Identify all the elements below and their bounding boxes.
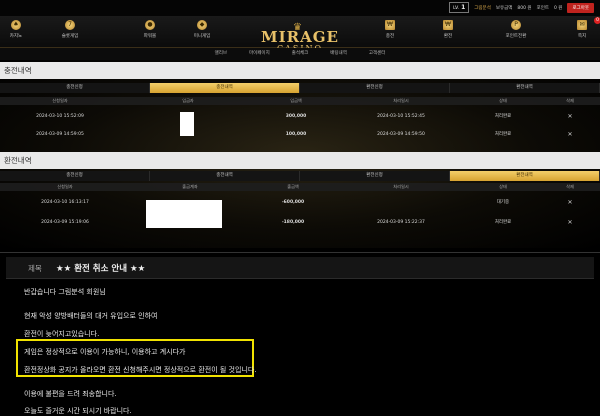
delete-icon[interactable]: ✕ [540,199,600,206]
subnav-item[interactable]: 고객센터 [369,48,386,60]
charge-history-panel: 충전내역 충전신청 충전내역 환전신청 환전내역 신청일자 입금자 입금액 처리… [0,62,600,144]
main-nav: ♠카지노 7슬롯게임 ●파워볼 ◆미니게임 ♛ MIRAGE CASINO ₩충… [0,16,600,53]
tab-deposit-request[interactable]: 충전신청 [0,171,150,181]
notice-line: 현재 악성 양방배터들의 대거 유입으로 인하여 [24,312,158,320]
user-info: LV. 1 그림분석 보유금액 800 원 포인트 0 원 로그아웃 [449,2,594,13]
notice-header: 제목 ★★ 환전 취소 안내 ★★ [6,257,594,279]
table-row: 2024-03-09 14:59:05 100,000 2024-03-09 1… [0,124,600,144]
minigame-icon: ◆ [197,20,207,30]
tab-withdraw-request[interactable]: 환전신청 [300,171,450,181]
table-header: 신청일자 입금자 입금액 처리일시 상태 삭제 [0,97,600,105]
panel-title: 충전내역 [0,62,600,79]
tab-deposit-history[interactable]: 충전내역 [150,83,300,93]
notice-title-label: 제목 [28,264,42,273]
delete-icon[interactable]: ✕ [540,113,600,120]
withdraw-history-panel: 환전내역 충전신청 충전내역 환전신청 환전내역 신청일자 출금계좌 출금액 처… [0,152,600,233]
nav-point-convert[interactable]: P 포인트전환 [496,20,536,39]
nav-slot[interactable]: 7 슬롯게임 [50,20,90,39]
points-value: 0 원 [554,5,563,11]
subnav-item[interactable]: 출석체크 [292,48,309,60]
nav-powerball[interactable]: ● 파워볼 [130,20,170,39]
envelope-icon: ✉ [577,20,587,30]
table-header: 신청일자 출금계좌 출금액 처리일시 상태 삭제 [0,183,600,191]
notice-line: 환전이 늦어지고있습니다. [24,330,100,338]
notice-line: 반갑습니다 그림분석 회원님 [24,288,106,296]
notice-line-highlight: 게임은 정상적으로 이용이 가능하니, 이용하고 계시다가 [24,348,186,356]
tab-withdraw-history[interactable]: 환전내역 [450,83,600,93]
subnav-item[interactable]: 배팅내역 [330,48,347,60]
nav-casino[interactable]: ♠ 카지노 [0,20,36,39]
delete-icon[interactable]: ✕ [540,131,600,138]
notice-line: 이용에 불편을 드려 죄송합니다. [24,390,117,398]
message-count-badge: 0 [594,17,600,24]
balance-value: 800 원 [517,5,532,11]
slot-icon: 7 [65,20,75,30]
point-icon: P [511,20,521,30]
table-row: 2024-03-10 15:52:09 300,000 2024-03-10 1… [0,108,600,136]
points-label: 포인트 [536,5,549,11]
crown-icon: ♛ [293,22,302,33]
tab-withdraw-request[interactable]: 환전신청 [300,83,450,93]
redacted-box [146,200,222,228]
level-badge: LV. 1 [449,2,470,13]
deposit-icon: ₩ [385,20,395,30]
nav-withdraw[interactable]: ₩ 환전 [428,20,468,39]
withdraw-tabs: 충전신청 충전내역 환전신청 환전내역 [0,171,600,181]
table-row: 2024-03-09 15:19:06 -180,000 2024-03-09 … [0,211,600,233]
table-row: 2024-03-10 16:13:17 -600,000 대기중 ✕ [0,193,600,228]
subnav-item[interactable]: 마이페이지 [249,48,270,60]
username: 그림분석 [474,5,491,11]
nav-deposit[interactable]: ₩ 충전 [370,20,410,39]
tab-deposit-history[interactable]: 충전내역 [150,171,300,181]
withdraw-icon: ₩ [443,20,453,30]
sub-nav: 앨리브 마이페이지 출석체크 배팅내역 고객센터 [0,48,600,60]
top-bar: LV. 1 그림분석 보유금액 800 원 포인트 0 원 로그아웃 [0,0,600,16]
notice-line-highlight: 환전정상화 공지가 올라오면 환전 신청해주시면 정상적으로 환전이 될 것입니… [24,366,257,374]
notice-line: 오늘도 즐거운 시간 되시기 바랍니다. [24,407,132,415]
nav-message[interactable]: ✉ 쪽지 0 [562,17,600,39]
powerball-icon: ● [145,20,155,30]
subnav-item[interactable]: 앨리브 [215,48,227,60]
casino-chip-icon: ♠ [11,20,21,30]
panel-title: 환전내역 [0,152,600,169]
tab-deposit-request[interactable]: 충전신청 [0,83,150,93]
notice-panel: 제목 ★★ 환전 취소 안내 ★★ 반갑습니다 그림분석 회원님 현재 악성 양… [0,252,600,416]
balance-label: 보유금액 [495,5,513,11]
tab-withdraw-history[interactable]: 환전내역 [450,171,600,181]
logout-button[interactable]: 로그아웃 [567,2,594,13]
charge-tabs: 충전신청 충전내역 환전신청 환전내역 [0,83,600,93]
delete-icon[interactable]: ✕ [540,219,600,226]
notice-title: ★★ 환전 취소 안내 ★★ [56,264,146,274]
nav-minigame[interactable]: ◆ 미니게임 [182,20,222,39]
redacted-box [180,112,194,136]
